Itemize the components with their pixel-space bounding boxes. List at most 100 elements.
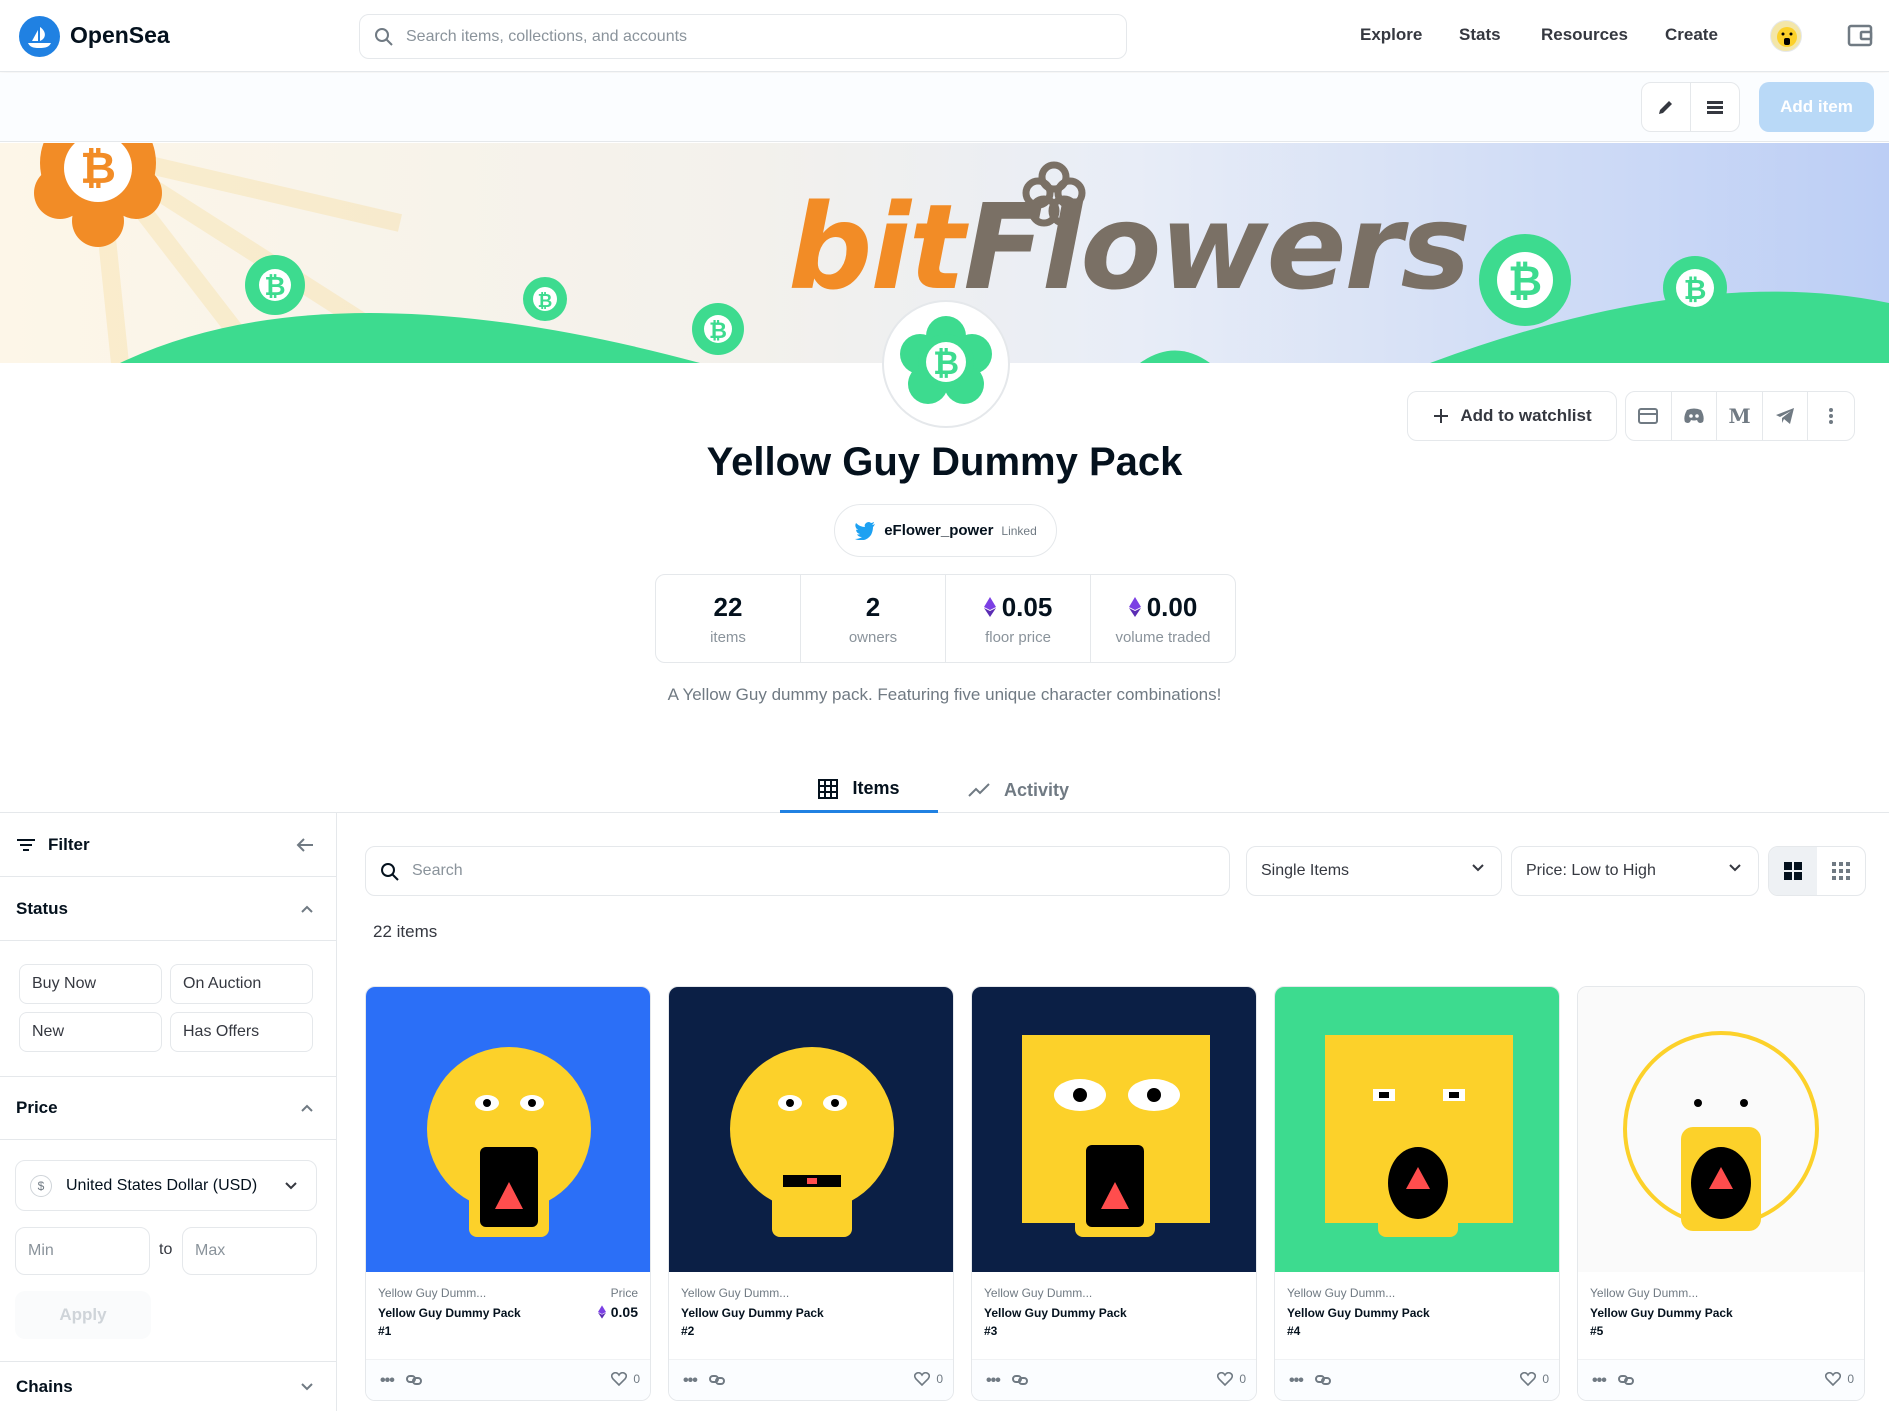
more-horizontal-icon[interactable]: ••• — [986, 1372, 1001, 1390]
stat-floor-price-value: 0.05 — [1001, 591, 1053, 622]
nft-card[interactable]: Yellow Guy Dumm... Yellow Guy Dummy Pack… — [1274, 986, 1560, 1401]
card-price-label: Price — [610, 1286, 638, 1300]
heart-icon — [1217, 1372, 1234, 1386]
nav-create[interactable]: Create — [1665, 25, 1718, 45]
stat-floor-price-label: floor price — [985, 628, 1051, 646]
card-footer: ••• 0 — [1578, 1359, 1864, 1400]
apply-price-button[interactable]: Apply — [15, 1291, 151, 1339]
browser-icon — [1638, 408, 1659, 424]
add-item-button[interactable]: Add item — [1759, 82, 1874, 132]
more-horizontal-icon[interactable]: ••• — [1289, 1372, 1304, 1390]
favorite-count: 0 — [633, 1372, 640, 1386]
chains-section-header[interactable]: Chains — [0, 1361, 336, 1411]
nft-card[interactable]: Yellow Guy Dumm... Yellow Guy Dummy Pack… — [365, 986, 651, 1401]
add-to-watchlist-button[interactable]: Add to watchlist — [1407, 391, 1617, 441]
card-collection: Yellow Guy Dumm... — [681, 1286, 790, 1300]
nav-stats[interactable]: Stats — [1459, 25, 1501, 45]
small-grid-button[interactable] — [1817, 847, 1865, 895]
nft-image[interactable] — [1275, 987, 1559, 1272]
arrow-left-icon[interactable] — [296, 837, 314, 853]
status-buy-now[interactable]: Buy Now — [19, 964, 162, 1004]
tab-activity[interactable]: Activity — [968, 767, 1069, 813]
items-search-input[interactable]: Search — [365, 846, 1230, 896]
favorite-button[interactable]: 0 — [914, 1372, 943, 1386]
nft-image[interactable] — [972, 987, 1256, 1272]
list-view-button[interactable] — [1690, 82, 1740, 132]
item-type-select[interactable]: Single Items — [1246, 846, 1502, 896]
stat-owners[interactable]: 2 owners — [801, 575, 946, 662]
svg-text:₿: ₿ — [709, 319, 727, 344]
status-has-offers[interactable]: Has Offers — [170, 1012, 313, 1052]
twitter-link[interactable]: eFlower_power Linked — [834, 504, 1057, 557]
medium-link[interactable]: M — [1717, 392, 1763, 440]
svg-text:₿: ₿ — [933, 344, 959, 382]
nft-image[interactable] — [1578, 987, 1864, 1272]
discord-link[interactable] — [1672, 392, 1718, 440]
link-icon[interactable] — [709, 1373, 725, 1387]
filter-header[interactable]: Filter — [0, 813, 336, 877]
opensea-logo-icon[interactable] — [19, 16, 60, 57]
more-options-button[interactable] — [1808, 392, 1854, 440]
owner-toolbar — [0, 73, 1889, 142]
card-collection: Yellow Guy Dumm... — [1590, 1286, 1699, 1300]
price-max-input[interactable]: Max — [182, 1227, 317, 1275]
currency-select[interactable]: $ United States Dollar (USD) — [15, 1160, 317, 1211]
card-footer: ••• 0 — [972, 1359, 1256, 1400]
nav-resources[interactable]: Resources — [1541, 25, 1628, 45]
global-search-input[interactable]: Search items, collections, and accounts — [359, 14, 1127, 59]
edit-collection-button[interactable] — [1641, 82, 1691, 132]
sun-flower-icon: ₿ — [34, 143, 162, 247]
telegram-link[interactable] — [1763, 392, 1809, 440]
card-title: Yellow Guy Dummy Pack #1 — [378, 1306, 521, 1338]
card-title: Yellow Guy Dummy Pack #2 — [681, 1306, 824, 1338]
nft-image[interactable] — [366, 987, 650, 1272]
heart-icon — [611, 1372, 628, 1386]
more-horizontal-icon[interactable]: ••• — [380, 1372, 395, 1390]
more-horizontal-icon[interactable]: ••• — [1592, 1372, 1607, 1390]
logo-text[interactable]: OpenSea — [70, 22, 170, 49]
link-icon[interactable] — [1618, 1373, 1634, 1387]
user-avatar[interactable] — [1770, 20, 1802, 52]
status-label: Status — [16, 898, 68, 918]
nft-card[interactable]: Yellow Guy Dumm... Yellow Guy Dummy Pack… — [1577, 986, 1865, 1401]
link-icon[interactable] — [1012, 1373, 1028, 1387]
eth-icon — [983, 597, 996, 617]
item-type-value: Single Items — [1261, 862, 1350, 879]
stat-items-value: 22 — [713, 591, 743, 622]
status-on-auction[interactable]: On Auction — [170, 964, 313, 1004]
favorite-count: 0 — [936, 1372, 943, 1386]
price-min-input[interactable]: Min — [15, 1227, 150, 1275]
status-new[interactable]: New — [19, 1012, 162, 1052]
svg-text:₿: ₿ — [80, 143, 116, 194]
watchlist-label: Add to watchlist — [1460, 406, 1592, 425]
sort-select[interactable]: Price: Low to High — [1511, 846, 1759, 896]
website-link[interactable] — [1626, 392, 1672, 440]
wallet-icon[interactable] — [1846, 21, 1874, 49]
nav-explore[interactable]: Explore — [1360, 25, 1422, 45]
more-horizontal-icon[interactable]: ••• — [683, 1372, 698, 1390]
link-icon[interactable] — [1315, 1373, 1331, 1387]
stat-items[interactable]: 22 items — [656, 575, 801, 662]
large-grid-button[interactable] — [1769, 847, 1817, 895]
card-footer: ••• 0 — [1275, 1359, 1559, 1400]
favorite-button[interactable]: 0 — [611, 1372, 640, 1386]
currency-value: United States Dollar (USD) — [66, 1176, 258, 1194]
favorite-button[interactable]: 0 — [1520, 1372, 1549, 1386]
link-icon[interactable] — [406, 1373, 422, 1387]
status-section-header[interactable]: Status — [0, 877, 336, 941]
stat-floor-price[interactable]: 0.05 floor price — [946, 575, 1091, 662]
twitter-linked-status: Linked — [1001, 523, 1037, 538]
filter-icon — [17, 838, 35, 851]
nft-image[interactable] — [669, 987, 953, 1272]
price-section-header[interactable]: Price — [0, 1076, 336, 1140]
stat-volume-traded[interactable]: 0.00 volume traded — [1091, 575, 1235, 662]
card-price: 0.05 — [597, 1304, 638, 1320]
favorite-button[interactable]: 0 — [1217, 1372, 1246, 1386]
nft-card[interactable]: Yellow Guy Dumm... Yellow Guy Dummy Pack… — [668, 986, 954, 1401]
tab-items[interactable]: Items — [780, 767, 938, 813]
banner-title: bitFlowers — [788, 178, 1471, 316]
favorite-count: 0 — [1239, 1372, 1246, 1386]
svg-text:₿: ₿ — [1684, 273, 1707, 306]
favorite-button[interactable]: 0 — [1825, 1372, 1854, 1386]
nft-card[interactable]: Yellow Guy Dumm... Yellow Guy Dummy Pack… — [971, 986, 1257, 1401]
